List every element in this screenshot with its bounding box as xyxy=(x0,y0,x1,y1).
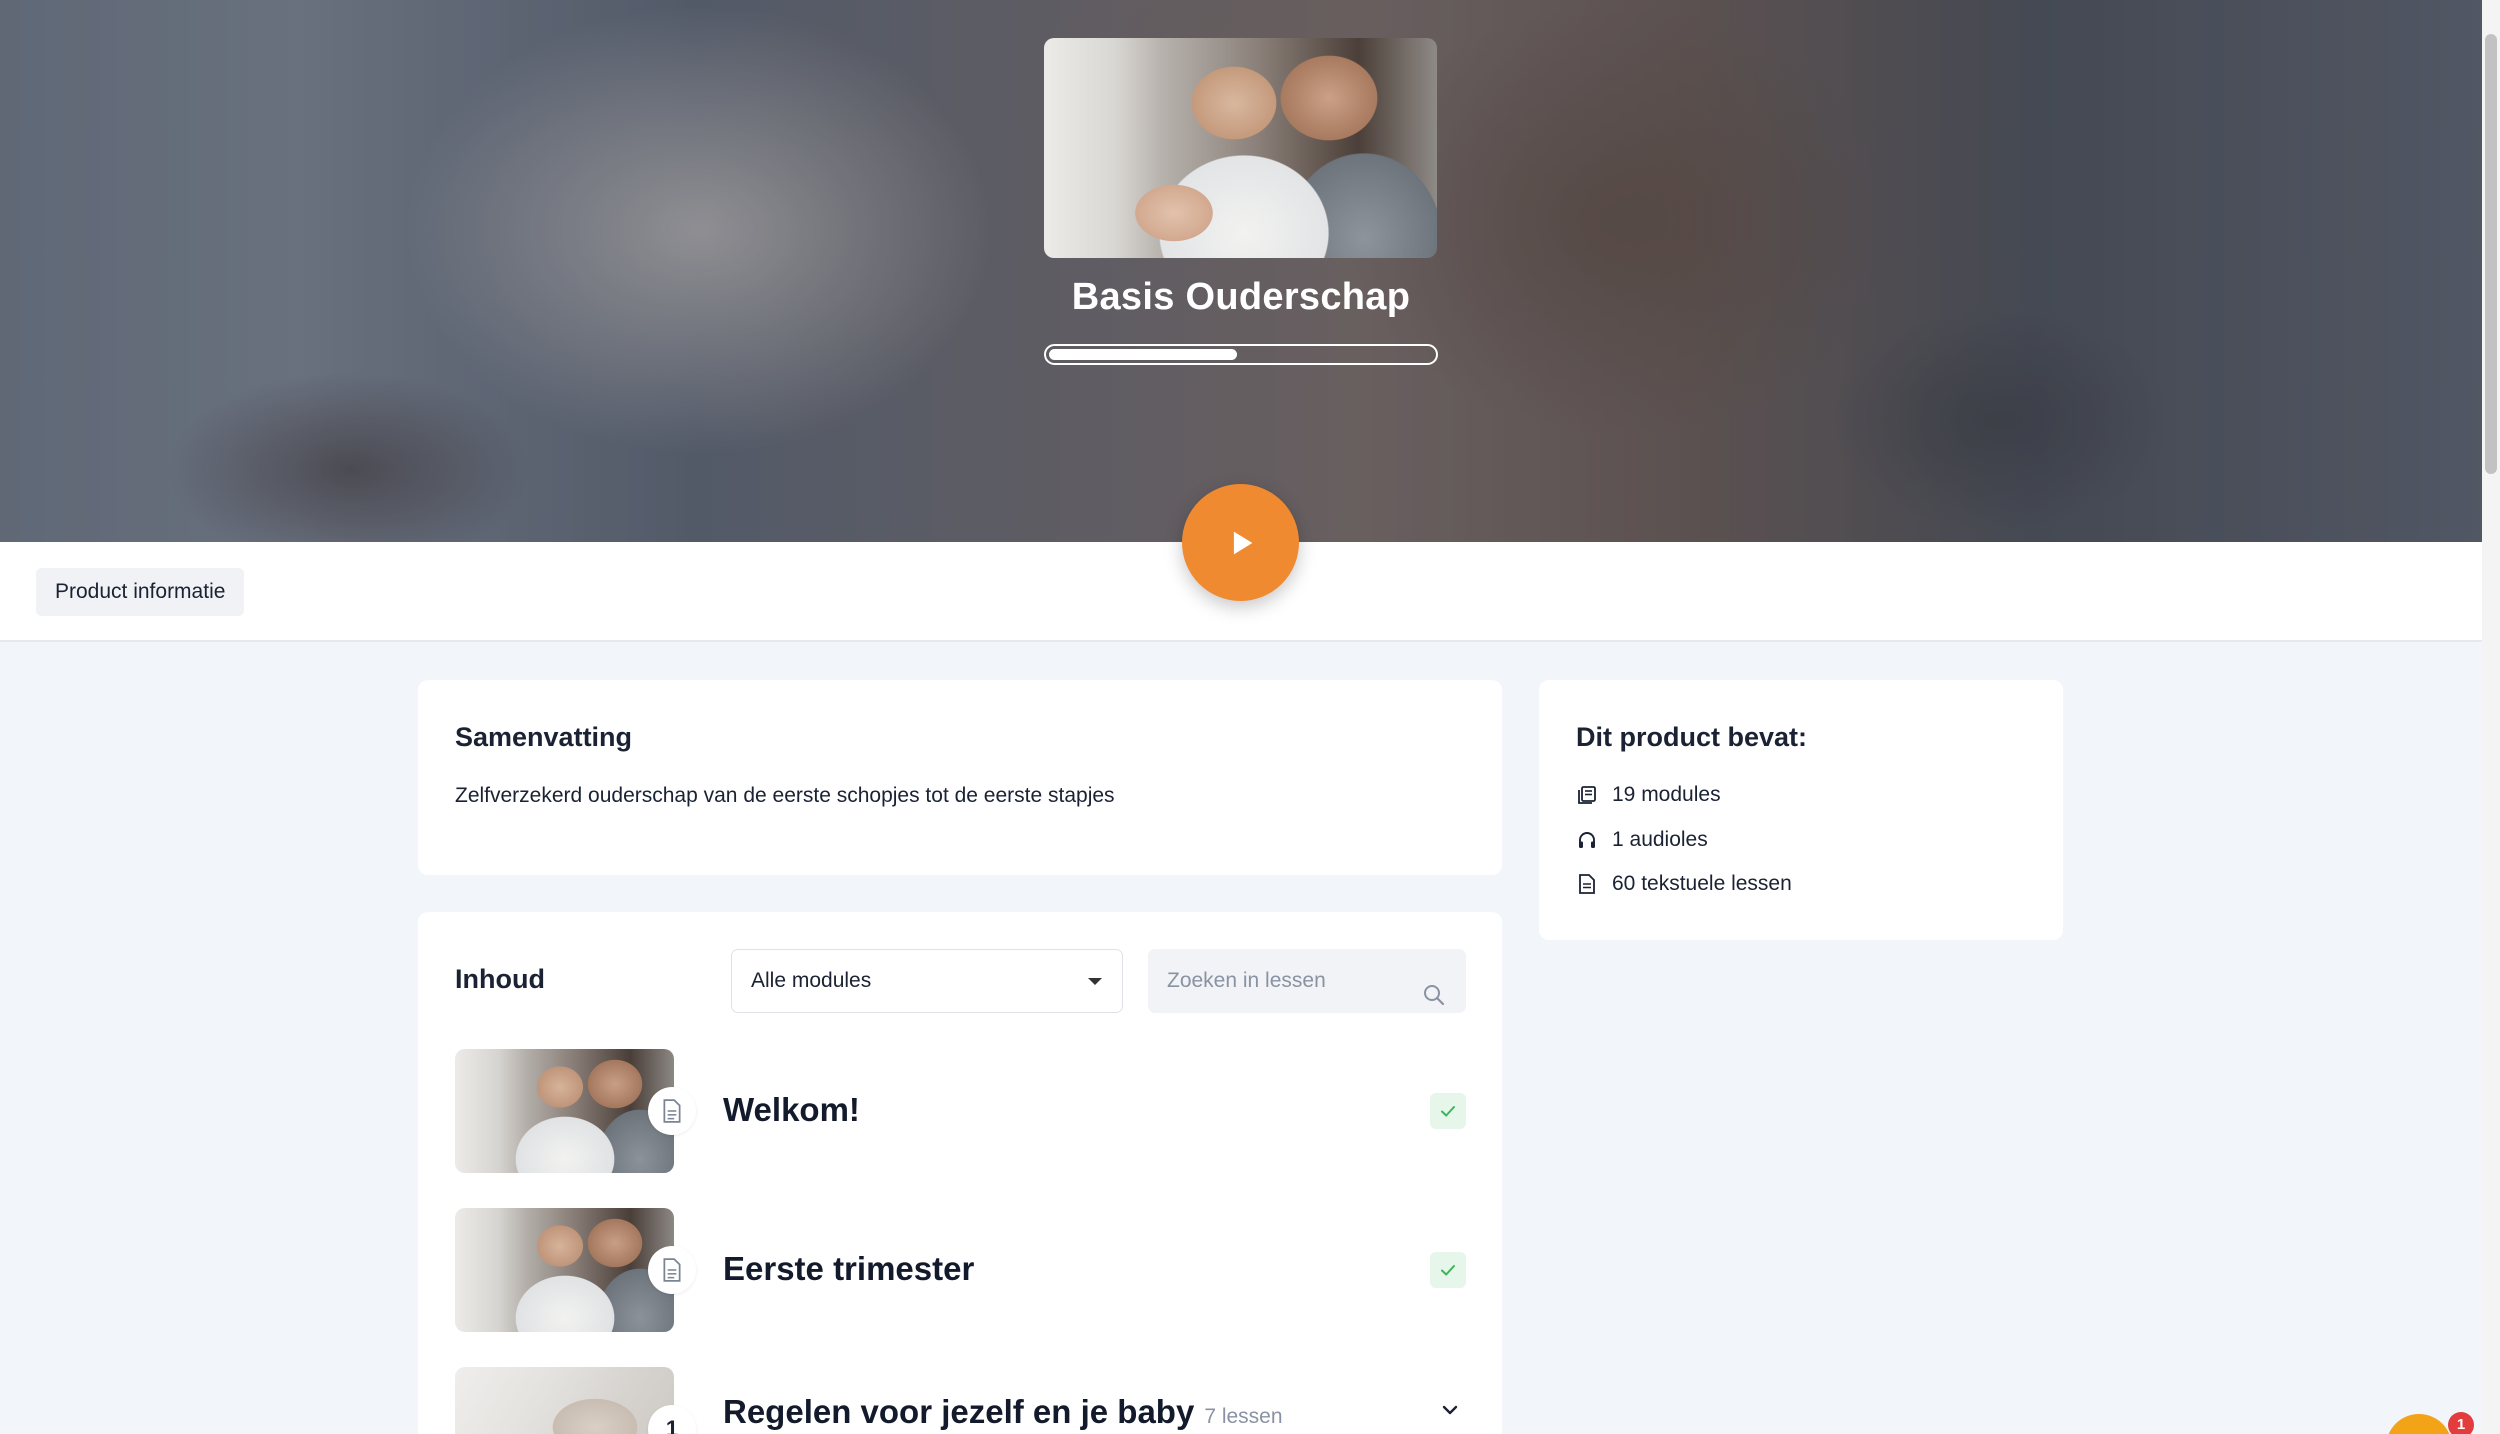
course-progress-fill xyxy=(1049,349,1238,360)
course-progress-bar xyxy=(1044,344,1438,365)
document-icon xyxy=(663,1258,681,1282)
content-title: Inhoud xyxy=(455,964,545,994)
lesson-search-placeholder: Zoeken in lessen xyxy=(1167,969,1326,992)
tab-product-informatie[interactable]: Product informatie xyxy=(36,568,245,616)
chat-unread-badge: 1 xyxy=(2448,1412,2474,1434)
module-type-badge xyxy=(648,1087,696,1135)
caret-down-icon xyxy=(1088,978,1102,985)
play-icon xyxy=(1233,531,1252,554)
module-type-badge xyxy=(648,1246,696,1294)
product-contents-title: Dit product bevat: xyxy=(1576,722,1808,752)
summary-text: Zelfverzekerd ouderschap van de eerste s… xyxy=(455,784,1115,807)
summary-card: Samenvatting Zelfverzekerd ouderschap va… xyxy=(418,680,1502,875)
feature-modules-label: 19 modules xyxy=(1612,783,1721,806)
module-filter-select[interactable]: Alle modules xyxy=(731,949,1123,1013)
headphones-icon xyxy=(1576,829,1598,851)
play-button[interactable] xyxy=(1182,484,1299,601)
summary-title: Samenvatting xyxy=(455,722,633,752)
completed-check-icon xyxy=(1430,1093,1466,1129)
document-icon xyxy=(663,1099,681,1123)
module-thumbnail xyxy=(455,1367,674,1434)
content-card: Inhoud Alle modules Zoeken in lessen Wel… xyxy=(418,912,1502,1434)
course-title: Basis Ouderschap xyxy=(1071,276,1411,318)
module-thumbnail xyxy=(455,1049,674,1173)
module-item[interactable]: Eerste trimester xyxy=(455,1208,1467,1332)
module-title-text: Regelen voor jezelf en je baby xyxy=(723,1393,1195,1430)
module-lesson-count: 7 lessen xyxy=(1204,1405,1283,1428)
feature-text-lessons: 60 tekstuele lessen xyxy=(1576,872,1792,896)
search-icon xyxy=(1422,969,1446,1033)
book-stack-icon xyxy=(1576,784,1598,806)
module-item[interactable]: Welkom! xyxy=(455,1049,1467,1173)
module-title: Eerste trimester xyxy=(723,1250,975,1287)
completed-check-icon xyxy=(1430,1252,1466,1288)
module-title: Welkom! xyxy=(723,1091,860,1128)
module-item[interactable]: 1 Regelen voor jezelf en je baby 7 lessen xyxy=(455,1367,1467,1434)
chevron-down-icon[interactable] xyxy=(1435,1395,1465,1425)
feature-text-lessons-label: 60 tekstuele lessen xyxy=(1612,872,1792,895)
lesson-search-input[interactable]: Zoeken in lessen xyxy=(1148,949,1466,1013)
module-thumbnail xyxy=(455,1208,674,1332)
document-icon xyxy=(1576,873,1598,895)
chat-launcher-button[interactable] xyxy=(2386,1414,2452,1434)
feature-audio: 1 audioles xyxy=(1576,828,1708,852)
page-scrollbar[interactable] xyxy=(2482,0,2500,1434)
scrollbar-thumb[interactable] xyxy=(2485,34,2497,474)
hero-banner: Basis Ouderschap xyxy=(0,0,2482,542)
module-filter-value: Alle modules xyxy=(751,969,872,992)
product-contents-card: Dit product bevat: 19 modules 1 audioles… xyxy=(1539,680,2063,940)
feature-modules: 19 modules xyxy=(1576,783,1721,807)
course-cover-image xyxy=(1044,38,1437,258)
module-title: Regelen voor jezelf en je baby 7 lessen xyxy=(723,1393,1283,1431)
feature-audio-label: 1 audioles xyxy=(1612,828,1708,851)
